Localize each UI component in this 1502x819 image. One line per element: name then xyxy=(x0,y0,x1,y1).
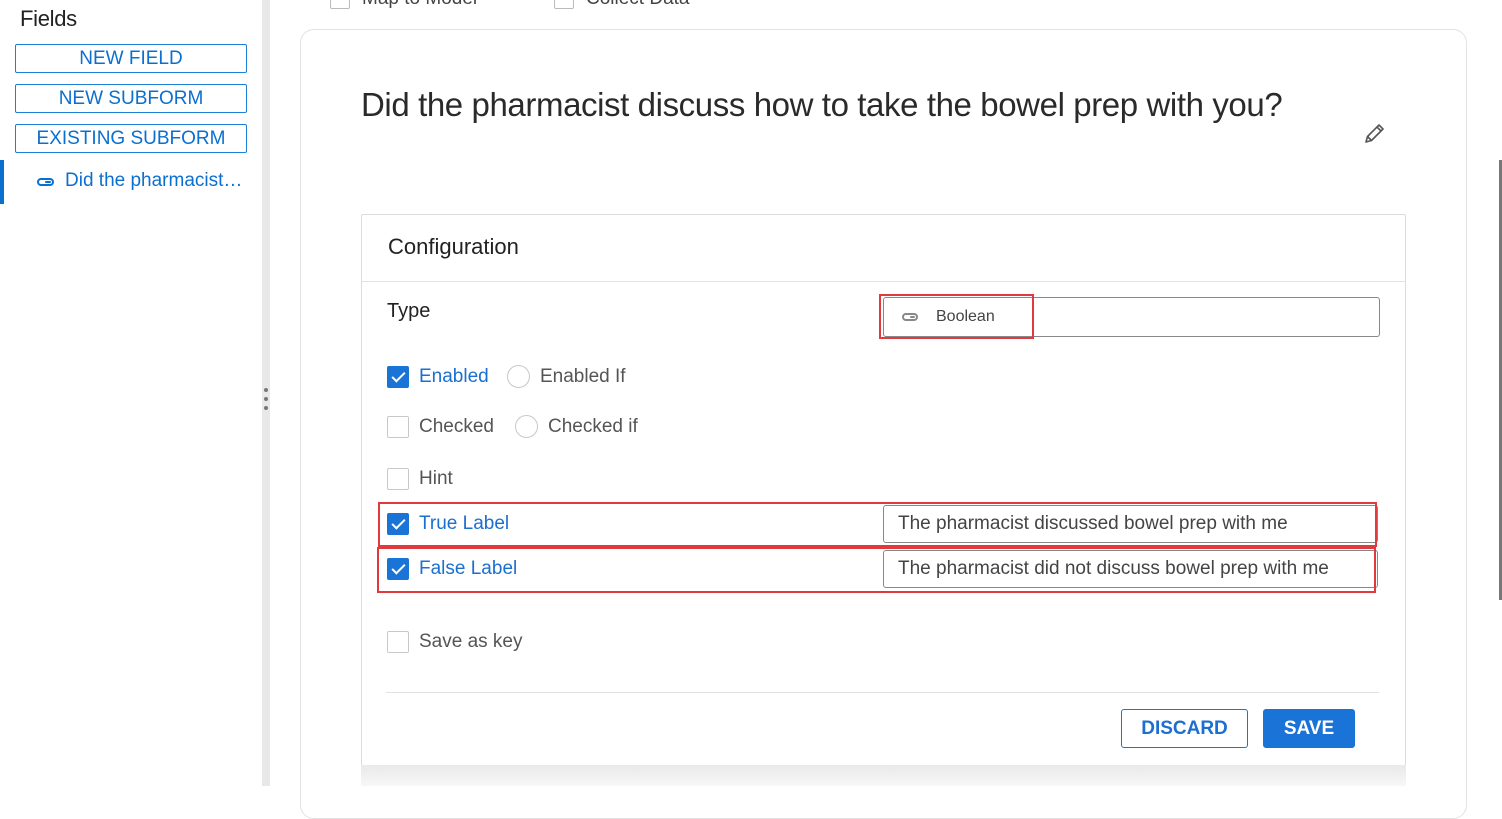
checked-checkbox[interactable] xyxy=(387,416,409,438)
enabled-checkbox[interactable] xyxy=(387,366,409,388)
existing-subform-button[interactable]: EXISTING SUBFORM xyxy=(15,124,247,153)
enabled-if-radio[interactable] xyxy=(507,365,530,388)
hint-checkbox[interactable] xyxy=(387,468,409,490)
hint-option[interactable]: Hint xyxy=(387,468,453,490)
save-as-key-option[interactable]: Save as key xyxy=(387,631,523,653)
checked-option[interactable]: Checked xyxy=(387,416,494,438)
panel-bottom-edge xyxy=(361,765,1406,786)
false-label-input[interactable]: The pharmacist did not discuss bowel pre… xyxy=(883,550,1378,588)
configuration-header: Configuration xyxy=(362,215,1405,282)
checked-if-label: Checked if xyxy=(548,415,638,437)
active-indicator xyxy=(0,160,4,204)
collect-data-checkbox[interactable] xyxy=(554,0,574,9)
false-label-checkbox[interactable] xyxy=(387,558,409,580)
enabled-if-option[interactable]: Enabled If xyxy=(507,365,626,388)
sidebar-item-field[interactable]: Did the pharmacist… xyxy=(0,160,262,204)
type-select[interactable]: Boolean xyxy=(883,297,1380,337)
enabled-option[interactable]: Enabled xyxy=(387,366,489,388)
fields-sidebar: Fields NEW FIELD NEW SUBFORM EXISTING SU… xyxy=(0,0,262,786)
configuration-title: Configuration xyxy=(388,234,519,259)
map-to-model-checkbox[interactable] xyxy=(330,0,350,9)
enabled-label: Enabled xyxy=(419,366,489,387)
true-label-label: True Label xyxy=(419,513,510,534)
type-value: Boolean xyxy=(936,308,995,325)
toggle-icon xyxy=(902,313,918,321)
drag-handle-icon[interactable] xyxy=(263,388,269,416)
collect-data-label: Collect Data xyxy=(586,0,690,10)
new-subform-button[interactable]: NEW SUBFORM xyxy=(15,84,247,113)
true-label-option[interactable]: True Label xyxy=(387,513,509,535)
checked-if-radio[interactable] xyxy=(515,415,538,438)
collect-data-option[interactable]: Collect Data xyxy=(554,0,690,10)
type-label: Type xyxy=(387,300,431,322)
map-to-model-label: Map to Model xyxy=(362,0,477,10)
new-field-button[interactable]: NEW FIELD xyxy=(15,44,247,73)
checked-label: Checked xyxy=(419,416,494,437)
pencil-icon[interactable] xyxy=(1362,120,1388,146)
save-as-key-label: Save as key xyxy=(419,631,523,652)
false-label-option[interactable]: False Label xyxy=(387,558,517,580)
field-question-title: Did the pharmacist discuss how to take t… xyxy=(361,86,1283,123)
save-as-key-checkbox[interactable] xyxy=(387,631,409,653)
actions-divider xyxy=(386,692,1379,693)
sidebar-title: Fields xyxy=(20,6,77,31)
true-label-checkbox[interactable] xyxy=(387,513,409,535)
true-label-input[interactable]: The pharmacist discussed bowel prep with… xyxy=(883,505,1378,543)
map-to-model-option[interactable]: Map to Model xyxy=(330,0,477,10)
false-label-label: False Label xyxy=(419,558,518,579)
enabled-if-label: Enabled If xyxy=(540,365,626,387)
toggle-icon xyxy=(37,178,54,186)
hint-label: Hint xyxy=(419,468,453,489)
discard-button[interactable]: DISCARD xyxy=(1121,709,1248,748)
sidebar-item-label: Did the pharmacist… xyxy=(65,170,243,191)
checked-if-option[interactable]: Checked if xyxy=(515,415,638,438)
save-button[interactable]: SAVE xyxy=(1263,709,1355,748)
